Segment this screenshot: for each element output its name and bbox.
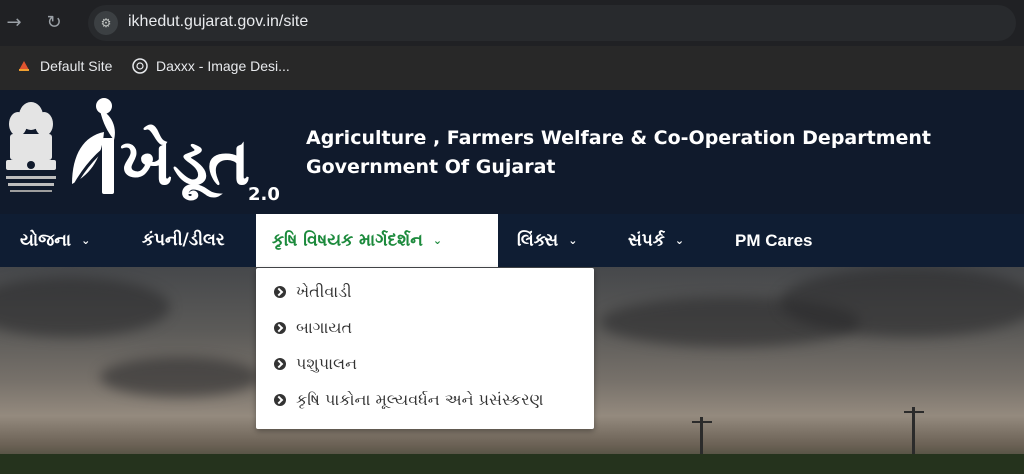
nav-label: કૃષિ વિષયક માર્ગદર્શન [272,230,423,251]
nav-label: યોજના [20,230,72,251]
dropdown-item-animal-husbandry[interactable]: પશુપાલન [274,354,357,374]
dropdown-item-label: ખેતીવાડી [296,282,352,301]
address-bar[interactable]: ⚙ ikhedut.gujarat.gov.in/site [88,5,1016,41]
nav-item-pm-cares[interactable]: PM Cares [735,214,812,267]
dropdown-item-label: પશુપાલન [296,354,358,373]
bookmark-label: Daxxx - Image Desi... [156,58,290,74]
browser-toolbar: → ↻ ⚙ ikhedut.gujarat.gov.in/site [0,0,1024,46]
logo-version: 2.0 [248,184,280,204]
nav-item-agri-guidance[interactable]: કૃષિ વિષયક માર્ગદર્શન ⌄ [256,214,498,267]
nav-item-contact[interactable]: સંપર્ક ⌄ [628,214,684,267]
dropdown-item-value-addition[interactable]: કૃષિ પાકોના મૂલ્યવર્ધન અને પ્રસંસ્કરણ [274,390,543,410]
cloud [0,277,170,337]
nav-label: સંપર્ક [628,230,665,251]
department-name: Agriculture , Farmers Welfare & Co-Opera… [306,127,931,149]
field-horizon [0,454,1024,474]
logo-text: ખેડૂત [120,124,250,201]
nav-label: PM Cares [735,231,813,250]
dropdown-item-farming[interactable]: ખેતીવાડી [274,282,352,302]
nav-item-links[interactable]: લિંક્સ ⌄ [517,214,577,267]
chevron-down-icon: ⌄ [568,234,578,247]
chevron-circle-icon [274,322,286,334]
chevron-down-icon: ⌄ [432,234,443,247]
nav-item-company-dealer[interactable]: કંપની/ડીલર [142,214,225,267]
agri-guidance-dropdown: ખેતીવાડી બાગાયત પશુપાલન કૃષિ પાકોના મૂલ્… [256,268,594,429]
chevron-circle-icon [274,358,286,370]
state-emblem-icon[interactable] [0,94,62,206]
dropdown-item-label: કૃષિ પાકોના મૂલ્યવર્ધન અને પ્રસંસ્કરણ [296,390,544,409]
dropdown-item-label: બાગાયત [296,318,353,337]
chevron-down-icon: ⌄ [81,234,91,247]
nav-item-yojana[interactable]: યોજના ⌄ [20,214,90,267]
chatgpt-icon [132,58,148,74]
nav-label: કંપની/ડીલર [142,230,225,250]
dropdown-item-horticulture[interactable]: બાગાયત [274,318,352,338]
bookmarks-bar: Default Site Daxxx - Image Desi... [0,46,1024,90]
forward-icon[interactable]: → [2,11,26,35]
site-info-icon[interactable]: ⚙ [94,11,118,35]
chevron-circle-icon [274,286,286,298]
url-text[interactable]: ikhedut.gujarat.gov.in/site [128,13,308,31]
chevron-down-icon: ⌄ [674,234,685,247]
bookmark-default-site[interactable]: Default Site [16,58,112,74]
bookmark-label: Default Site [40,58,113,74]
site-header: ખેડૂત 2.0 Agriculture , Farmers Welfare … [0,90,1024,214]
main-nav: યોજના ⌄ કંપની/ડીલર કૃષિ વિષયક માર્ગદર્શન ⌄… [0,214,1024,267]
chevron-circle-icon [274,394,286,406]
bookmark-daxxx[interactable]: Daxxx - Image Desi... [132,58,290,74]
reload-icon[interactable]: ↻ [42,11,66,35]
government-name: Government Of Gujarat [306,156,556,178]
ikhedut-logo[interactable]: ખેડૂત 2.0 [62,94,282,204]
default-site-icon [19,61,29,71]
department-title: Agriculture , Farmers Welfare & Co-Opera… [306,124,931,182]
cloud [780,267,1024,337]
nav-label: લિંક્સ [517,230,559,251]
cloud [100,357,260,397]
